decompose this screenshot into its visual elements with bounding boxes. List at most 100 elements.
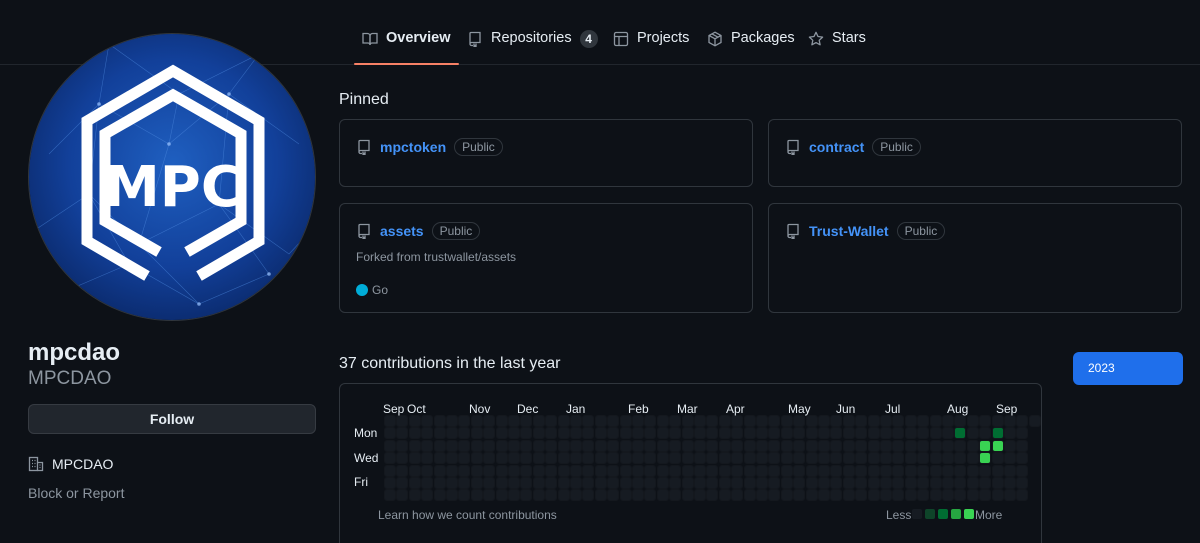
contribution-day-cell[interactable] — [769, 465, 780, 476]
contribution-day-cell[interactable] — [856, 490, 867, 501]
contribution-day-cell[interactable] — [657, 416, 668, 426]
contribution-day-cell[interactable] — [434, 465, 445, 476]
contribution-day-cell[interactable] — [546, 416, 557, 426]
contribution-day-cell[interactable] — [819, 440, 829, 451]
contribution-day-cell[interactable] — [905, 465, 916, 476]
contribution-day-cell[interactable] — [819, 428, 829, 439]
contribution-day-cell[interactable] — [645, 465, 656, 476]
contribution-day-cell[interactable] — [918, 465, 929, 476]
contribution-day-cell[interactable] — [794, 490, 805, 501]
contribution-day-cell[interactable] — [620, 440, 631, 451]
contribution-day-cell[interactable] — [633, 478, 643, 488]
contribution-day-cell[interactable] — [930, 453, 941, 464]
contribution-day-cell[interactable] — [881, 416, 891, 426]
contribution-day-cell[interactable] — [1005, 416, 1015, 426]
contribution-day-cell[interactable] — [868, 453, 879, 464]
contribution-day-cell[interactable] — [980, 416, 991, 426]
contribution-day-cell[interactable] — [831, 453, 842, 464]
contribution-day-cell[interactable] — [509, 478, 519, 488]
contribution-day-cell[interactable] — [831, 490, 842, 501]
contribution-day-cell[interactable] — [447, 440, 457, 451]
contribution-day-cell[interactable] — [930, 465, 941, 476]
contribution-day-cell[interactable] — [583, 465, 594, 476]
contribution-day-cell[interactable] — [1005, 428, 1015, 439]
contribution-day-cell[interactable] — [397, 465, 408, 476]
contribution-day-cell[interactable] — [558, 478, 569, 488]
contribution-day-cell[interactable] — [893, 416, 904, 426]
contribution-day-cell[interactable] — [1005, 465, 1015, 476]
contribution-day-cell[interactable] — [571, 465, 581, 476]
contribution-day-cell[interactable] — [881, 490, 891, 501]
contribution-day-cell[interactable] — [695, 440, 705, 451]
contribution-day-cell[interactable] — [918, 440, 929, 451]
contribution-day-cell[interactable] — [434, 440, 445, 451]
contribution-day-cell[interactable] — [422, 416, 433, 426]
contribution-day-cell[interactable] — [769, 416, 780, 426]
contribution-day-cell[interactable] — [385, 428, 395, 439]
contribution-day-cell[interactable] — [744, 453, 755, 464]
contribution-day-cell[interactable] — [558, 416, 569, 426]
contribution-day-cell[interactable] — [719, 490, 730, 501]
contribution-day-cell[interactable] — [781, 478, 792, 488]
contribution-day-cell[interactable] — [397, 440, 408, 451]
contribution-day-cell[interactable] — [447, 428, 457, 439]
contribution-day-cell[interactable] — [918, 453, 929, 464]
contribution-day-cell[interactable] — [385, 440, 395, 451]
contribution-day-cell[interactable] — [1005, 478, 1015, 488]
contribution-day-cell[interactable] — [409, 440, 420, 451]
contribution-day-cell[interactable] — [521, 428, 532, 439]
contribution-day-cell[interactable] — [633, 440, 643, 451]
tab-projects[interactable]: Projects — [605, 16, 697, 65]
contribution-day-cell[interactable] — [521, 465, 532, 476]
contribution-day-cell[interactable] — [434, 428, 445, 439]
contribution-day-cell[interactable] — [595, 478, 606, 488]
contribution-day-cell[interactable] — [608, 416, 619, 426]
contribution-day-cell[interactable] — [509, 416, 519, 426]
contribution-day-cell[interactable] — [955, 428, 966, 439]
contribution-day-cell[interactable] — [670, 465, 681, 476]
contribution-day-cell[interactable] — [955, 478, 966, 488]
contribution-day-cell[interactable] — [620, 416, 631, 426]
contribution-day-cell[interactable] — [459, 453, 470, 464]
contribution-day-cell[interactable] — [496, 416, 507, 426]
contribution-day-cell[interactable] — [422, 428, 433, 439]
contribution-day-cell[interactable] — [893, 453, 904, 464]
contribution-day-cell[interactable] — [1017, 416, 1028, 426]
contribution-day-cell[interactable] — [385, 416, 395, 426]
contribution-day-cell[interactable] — [471, 478, 482, 488]
contribution-day-cell[interactable] — [595, 453, 606, 464]
contribution-day-cell[interactable] — [682, 478, 693, 488]
contribution-day-cell[interactable] — [843, 416, 854, 426]
contribution-day-cell[interactable] — [558, 465, 569, 476]
contribution-day-cell[interactable] — [1005, 453, 1015, 464]
contribution-day-cell[interactable] — [583, 453, 594, 464]
contribution-day-cell[interactable] — [533, 490, 544, 501]
contribution-day-cell[interactable] — [930, 440, 941, 451]
contribution-day-cell[interactable] — [757, 416, 767, 426]
contribution-day-cell[interactable] — [397, 416, 408, 426]
contribution-day-cell[interactable] — [769, 478, 780, 488]
tab-repositories[interactable]: Repositories 4 — [459, 16, 606, 65]
contribution-day-cell[interactable] — [571, 490, 581, 501]
contribution-day-cell[interactable] — [719, 416, 730, 426]
contribution-day-cell[interactable] — [608, 465, 619, 476]
contribution-day-cell[interactable] — [868, 465, 879, 476]
contribution-day-cell[interactable] — [905, 490, 916, 501]
contribution-day-cell[interactable] — [930, 428, 941, 439]
contribution-day-cell[interactable] — [732, 490, 743, 501]
contribution-day-cell[interactable] — [831, 440, 842, 451]
contribution-day-cell[interactable] — [533, 465, 544, 476]
contribution-day-cell[interactable] — [471, 416, 482, 426]
contribution-day-cell[interactable] — [484, 490, 495, 501]
contribution-day-cell[interactable] — [794, 428, 805, 439]
contribution-day-cell[interactable] — [422, 490, 433, 501]
contribution-day-cell[interactable] — [608, 440, 619, 451]
contribution-day-cell[interactable] — [385, 478, 395, 488]
contribution-day-cell[interactable] — [695, 490, 705, 501]
contribution-day-cell[interactable] — [744, 478, 755, 488]
contribution-day-cell[interactable] — [967, 453, 978, 464]
contribution-day-cell[interactable] — [459, 416, 470, 426]
contribution-day-cell[interactable] — [682, 490, 693, 501]
contribution-day-cell[interactable] — [732, 478, 743, 488]
contribution-day-cell[interactable] — [385, 490, 395, 501]
